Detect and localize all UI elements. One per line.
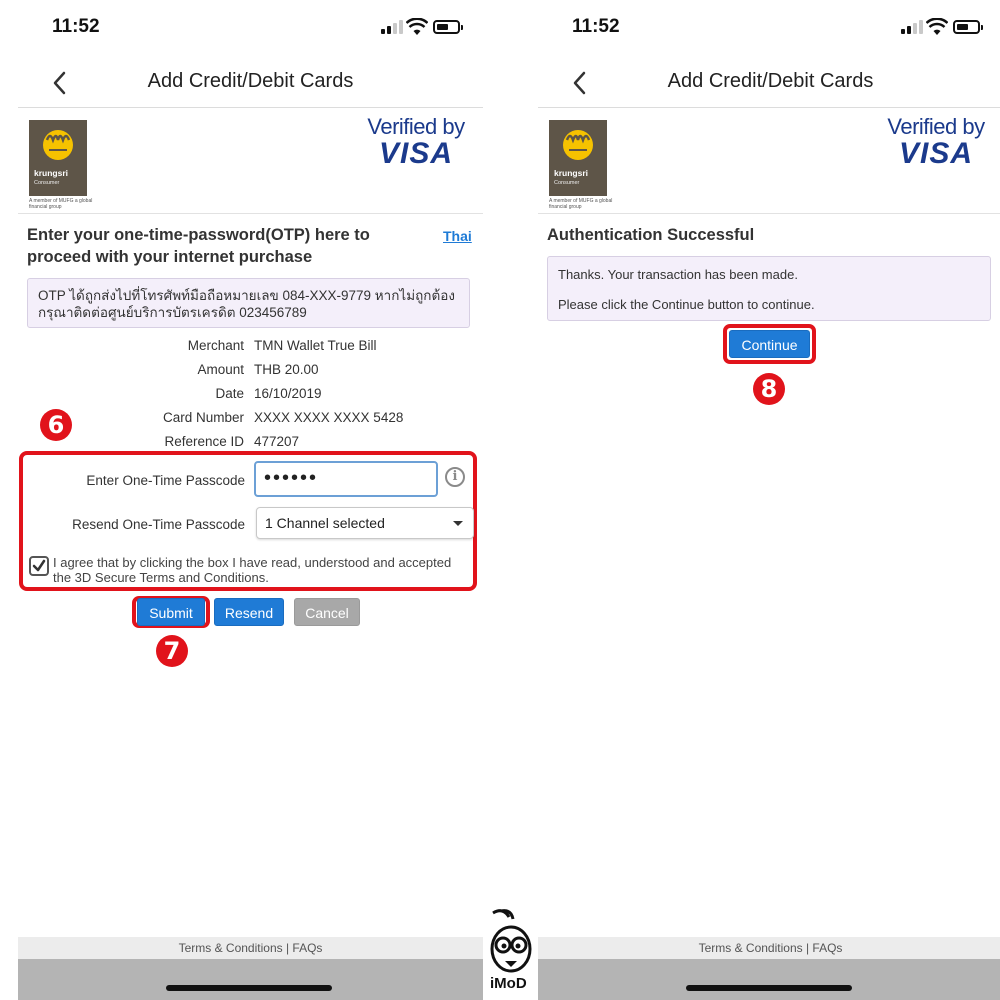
browser-bottom-bar bbox=[18, 959, 483, 1000]
step-marker-8: 8 bbox=[753, 373, 785, 405]
success-message-line1: Thanks. Your transaction has been made. bbox=[558, 267, 798, 282]
krungsri-emblem-icon bbox=[563, 130, 593, 160]
detail-label: Card Number bbox=[162, 410, 244, 425]
bank-member-text: A member of MUFG a global financial grou… bbox=[549, 198, 613, 210]
bank-sub: Consumer bbox=[554, 180, 580, 186]
watermark-text: iMoD bbox=[490, 975, 527, 992]
bank-banner: krungsri Consumer A member of MUFG a glo… bbox=[538, 108, 1000, 214]
success-message-line2: Please click the Continue button to cont… bbox=[558, 297, 815, 312]
detail-value: TMN Wallet True Bill bbox=[254, 338, 377, 353]
resend-button[interactable]: Resend bbox=[214, 598, 284, 626]
success-heading: Authentication Successful bbox=[547, 226, 755, 244]
resend-label: Resend One-Time Passcode bbox=[72, 517, 245, 532]
continue-button[interactable]: Continue bbox=[729, 330, 810, 358]
verified-by-visa-logo: Verified by VISA bbox=[361, 114, 471, 170]
checkbox-checked-icon bbox=[32, 559, 46, 572]
detail-label: Amount bbox=[197, 362, 244, 377]
browser-bottom-bar bbox=[538, 959, 1000, 1000]
imod-mascot-icon bbox=[490, 909, 532, 973]
verified-line2: VISA bbox=[898, 137, 974, 170]
detail-value: 477207 bbox=[254, 434, 300, 449]
phone-screen-success: 11:52 Add Credit/Debit Cards krungsri Co… bbox=[520, 0, 1000, 1000]
detail-label: Merchant bbox=[187, 338, 244, 353]
detail-label: Date bbox=[215, 386, 244, 401]
otp-input[interactable]: •••••• bbox=[254, 461, 438, 497]
nav-bar: Add Credit/Debit Cards bbox=[18, 58, 483, 108]
info-icon[interactable]: i bbox=[445, 467, 465, 487]
detail-label: Reference ID bbox=[164, 434, 244, 449]
detail-row-date: Date 16/10/2019 bbox=[27, 386, 470, 406]
agree-checkbox[interactable] bbox=[29, 556, 49, 576]
detail-value: XXXX XXXX XXXX 5428 bbox=[254, 410, 404, 425]
footer-links[interactable]: Terms & Conditions | FAQs bbox=[538, 937, 1000, 959]
verified-by-visa-logo: Verified by VISA bbox=[881, 114, 991, 170]
krungsri-emblem-icon bbox=[43, 130, 73, 160]
page-title: Add Credit/Debit Cards bbox=[667, 70, 874, 92]
otp-notice: OTP ได้ถูกส่งไปที่โทรศัพท์มือถือหมายเลข … bbox=[27, 278, 470, 328]
bank-logo: krungsri Consumer A member of MUFG a glo… bbox=[549, 120, 612, 210]
status-time: 11:52 bbox=[572, 16, 620, 37]
bank-logo: krungsri Consumer A member of MUFG a glo… bbox=[29, 120, 92, 210]
resend-selected-value: 1 Channel selected bbox=[265, 515, 385, 531]
dropdown-caret-icon bbox=[453, 521, 463, 526]
status-bar: 11:52 bbox=[520, 0, 1000, 58]
bank-sub: Consumer bbox=[34, 180, 60, 186]
bank-member-text: A member of MUFG a global financial grou… bbox=[29, 198, 93, 210]
signal-icon bbox=[901, 20, 923, 34]
step-marker-6: 6 bbox=[40, 409, 72, 441]
home-indicator[interactable] bbox=[166, 985, 332, 991]
wifi-icon bbox=[406, 18, 428, 35]
detail-row-merchant: Merchant TMN Wallet True Bill bbox=[27, 338, 470, 358]
home-indicator[interactable] bbox=[686, 985, 852, 991]
resend-channel-select[interactable]: 1 Channel selected bbox=[256, 507, 474, 539]
verified-line2: VISA bbox=[378, 137, 454, 170]
status-time: 11:52 bbox=[52, 16, 100, 37]
submit-button[interactable]: Submit bbox=[137, 598, 205, 626]
status-bar: 11:52 bbox=[0, 0, 483, 58]
phone-screen-otp: 11:52 Add Credit/Debit Cards krungsri Co… bbox=[0, 0, 483, 1000]
battery-icon bbox=[433, 20, 463, 34]
battery-icon bbox=[953, 20, 983, 34]
page-title: Add Credit/Debit Cards bbox=[147, 70, 354, 92]
step-marker-7: 7 bbox=[156, 635, 188, 667]
detail-value: 16/10/2019 bbox=[254, 386, 322, 401]
nav-bar: Add Credit/Debit Cards bbox=[538, 58, 1000, 108]
otp-highlight-box: Enter One-Time Passcode •••••• i Resend … bbox=[19, 451, 477, 591]
detail-value: THB 20.00 bbox=[254, 362, 319, 377]
otp-heading: Enter your one-time-password(OTP) here t… bbox=[27, 226, 370, 266]
imod-watermark: iMoD bbox=[483, 905, 543, 1000]
detail-row-card-number: Card Number XXXX XXXX XXXX 5428 bbox=[27, 410, 470, 430]
signal-icon bbox=[381, 20, 403, 34]
bank-brand: krungsri bbox=[554, 168, 589, 178]
footer-links[interactable]: Terms & Conditions | FAQs bbox=[18, 937, 483, 959]
thai-language-link[interactable]: Thai bbox=[443, 228, 472, 244]
cancel-button[interactable]: Cancel bbox=[294, 598, 360, 626]
bank-banner: krungsri Consumer A member of MUFG a glo… bbox=[18, 108, 483, 214]
agree-text: I agree that by clicking the box I have … bbox=[53, 555, 452, 585]
success-message-box: Thanks. Your transaction has been made. … bbox=[547, 256, 991, 321]
otp-label: Enter One-Time Passcode bbox=[86, 473, 245, 488]
bank-brand: krungsri bbox=[34, 168, 69, 178]
wifi-icon bbox=[926, 18, 948, 35]
detail-row-amount: Amount THB 20.00 bbox=[27, 362, 470, 382]
